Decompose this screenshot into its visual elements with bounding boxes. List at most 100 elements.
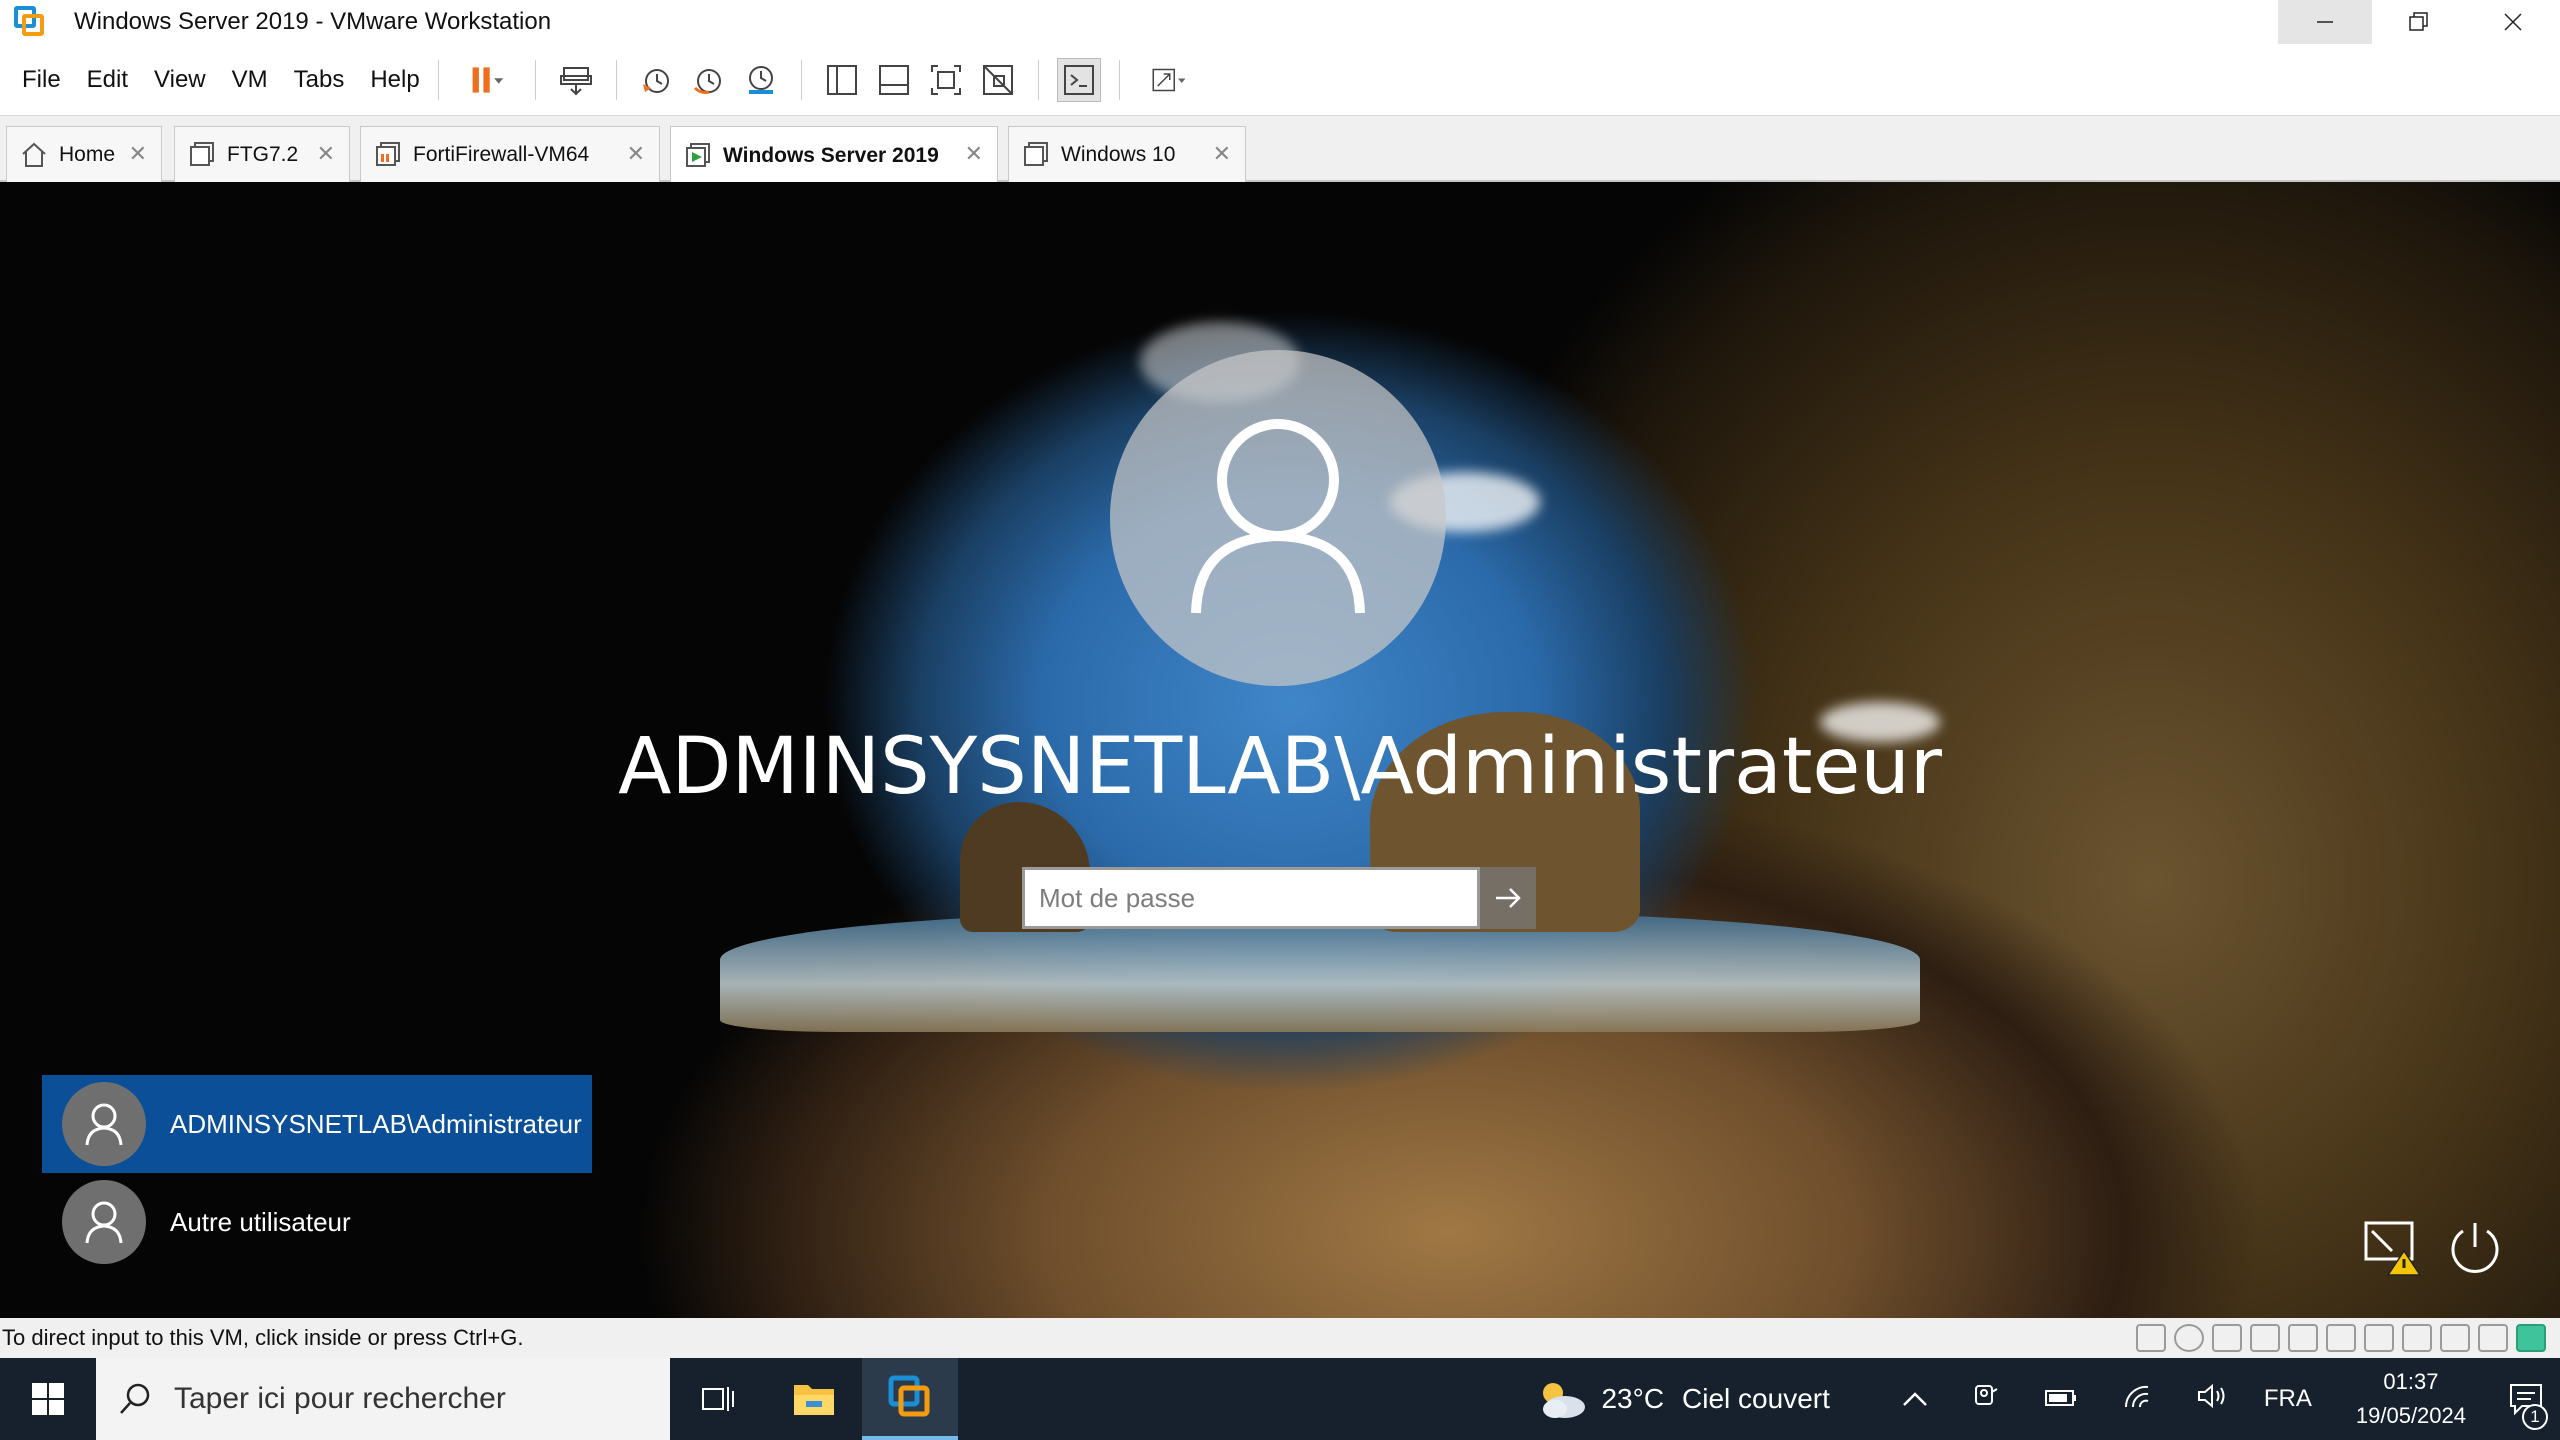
system-tray: 23°C Ciel couvert FRA 01:37 19/05/2024 1 [1533, 1358, 2560, 1440]
close-tab-icon[interactable]: ✕ [129, 141, 147, 167]
task-view-button[interactable] [670, 1358, 766, 1440]
user-icon [1191, 419, 1365, 614]
printer-icon[interactable] [2250, 1324, 2280, 1352]
taskbar-search[interactable]: Taper ici pour rechercher [96, 1358, 670, 1440]
snapshot-icon [642, 68, 669, 93]
menu-toolbar: File Edit View VM Tabs Help [0, 44, 2560, 116]
vm-running-icon [686, 142, 710, 167]
menu-tabs[interactable]: Tabs [290, 66, 349, 94]
vmware-taskbar-button[interactable] [862, 1358, 958, 1440]
show-thumbnail-bar-button[interactable] [872, 58, 916, 102]
snapshot-manager-button[interactable] [739, 58, 783, 102]
display-icon[interactable] [2364, 1324, 2394, 1352]
submit-login-button[interactable] [1480, 867, 1536, 929]
input-language[interactable]: FRA [2264, 1385, 2312, 1413]
stretch-guest-button[interactable] [1138, 58, 1200, 102]
serial-port-icon[interactable] [2478, 1324, 2508, 1352]
restore-button[interactable] [2372, 0, 2466, 44]
usb-controller-icon[interactable] [2440, 1324, 2470, 1352]
user-icon [85, 1201, 123, 1244]
send-ctrl-alt-del-button[interactable] [554, 58, 598, 102]
revert-snapshot-button[interactable] [687, 58, 731, 102]
unity-icon [982, 64, 1013, 95]
tab-home[interactable]: Home ✕ [6, 126, 162, 182]
snapshot-button[interactable] [635, 58, 679, 102]
notification-count-badge: 1 [2522, 1404, 2548, 1430]
menu-edit[interactable]: Edit [83, 66, 132, 94]
close-tab-icon[interactable]: ✕ [627, 141, 645, 167]
vm-icon [376, 141, 400, 166]
search-icon [120, 1383, 150, 1414]
clock[interactable]: 01:37 19/05/2024 [2356, 1365, 2466, 1433]
user-avatar [1110, 350, 1446, 686]
vm-console[interactable]: ADMINSYSNETLAB\Administrateur ADMINSYSNE… [0, 182, 2560, 1318]
background-sea [720, 912, 1920, 1032]
start-button[interactable] [0, 1358, 96, 1440]
title-bar: Windows Server 2019 - VMware Workstation [0, 0, 2560, 44]
close-tab-icon[interactable]: ✕ [965, 141, 983, 167]
user-list-item-administrateur[interactable]: ADMINSYSNETLAB\Administrateur [42, 1075, 592, 1173]
tab-fortifirewall[interactable]: FortiFirewall-VM64 ✕ [360, 126, 660, 182]
close-icon [2504, 13, 2522, 31]
vm-tab-bar: Home ✕ FTG7.2 ✕ FortiFirewall-VM64 ✕ Win… [0, 116, 2560, 184]
pause-icon [472, 66, 503, 93]
toolbar-divider [1037, 59, 1039, 100]
windows-logo-icon [32, 1383, 64, 1415]
tab-ftg72[interactable]: FTG7.2 ✕ [174, 126, 350, 182]
battery-icon[interactable] [2044, 1384, 2078, 1415]
menu-file[interactable]: File [18, 66, 65, 94]
tab-windows-10[interactable]: Windows 10 ✕ [1008, 126, 1246, 182]
hard-disk-icon[interactable] [2136, 1324, 2166, 1352]
close-tab-icon[interactable]: ✕ [1213, 141, 1231, 167]
full-screen-button[interactable] [924, 58, 968, 102]
full-screen-icon [930, 64, 961, 95]
pause-button[interactable] [457, 58, 517, 102]
wifi-icon[interactable] [2122, 1383, 2152, 1416]
network-adapter-icon[interactable] [2212, 1324, 2242, 1352]
toolbar-divider [800, 59, 802, 100]
volume-icon[interactable] [2196, 1382, 2228, 1417]
password-input[interactable] [1039, 882, 1477, 914]
window-controls [2278, 0, 2560, 44]
sound-card-icon[interactable] [2288, 1324, 2318, 1352]
user-icon [85, 1103, 123, 1146]
console-icon [1063, 64, 1094, 95]
meet-now-icon[interactable] [1972, 1382, 2000, 1417]
menu-view[interactable]: View [150, 66, 210, 94]
power-button[interactable] [2440, 1212, 2510, 1282]
status-hint: To direct input to this VM, click inside… [2, 1325, 524, 1350]
user-list-item-autre-utilisateur[interactable]: Autre utilisateur [42, 1173, 592, 1271]
show-hidden-icons-chevron-up-icon[interactable] [1902, 1384, 1928, 1415]
revert-snapshot-icon [693, 68, 721, 94]
password-field[interactable] [1022, 867, 1480, 929]
weather-widget[interactable]: 23°C Ciel couvert [1533, 1377, 1830, 1421]
file-explorer-button[interactable] [766, 1358, 862, 1440]
unity-button[interactable] [976, 58, 1020, 102]
close-button[interactable] [2466, 0, 2560, 44]
library-icon [826, 64, 857, 95]
send-keys-icon [559, 66, 592, 95]
login-user-name: ADMINSYSNETLAB\Administrateur [618, 722, 1942, 812]
minimize-button[interactable] [2278, 0, 2372, 44]
cd-dvd-icon[interactable] [2174, 1324, 2204, 1352]
console-view-button[interactable] [1056, 57, 1101, 102]
notifications-button[interactable]: 1 [2496, 1358, 2556, 1440]
vmware-logo-icon [12, 4, 48, 40]
menu-vm[interactable]: VM [228, 66, 272, 94]
minimize-icon [2317, 21, 2333, 23]
usb-icon[interactable] [2326, 1324, 2356, 1352]
host-taskbar: Taper ici pour rechercher 23°C Ciel couv… [0, 1358, 2560, 1440]
close-tab-icon[interactable]: ✕ [317, 141, 335, 167]
menu-help[interactable]: Help [366, 66, 423, 94]
tab-label: Home [59, 142, 116, 166]
window-title: Windows Server 2019 - VMware Workstation [74, 8, 552, 35]
toolbar-divider [437, 59, 439, 100]
network-warning-icon [2364, 1221, 2422, 1276]
bluetooth-icon[interactable] [2402, 1324, 2432, 1352]
snapshot-manager-icon [748, 65, 773, 94]
tab-windows-server-2019[interactable]: Windows Server 2019 ✕ [670, 126, 998, 184]
message-log-icon[interactable] [2516, 1324, 2546, 1352]
network-button[interactable] [2358, 1212, 2428, 1282]
show-library-button[interactable] [820, 58, 864, 102]
device-status-icons [2136, 1324, 2546, 1352]
